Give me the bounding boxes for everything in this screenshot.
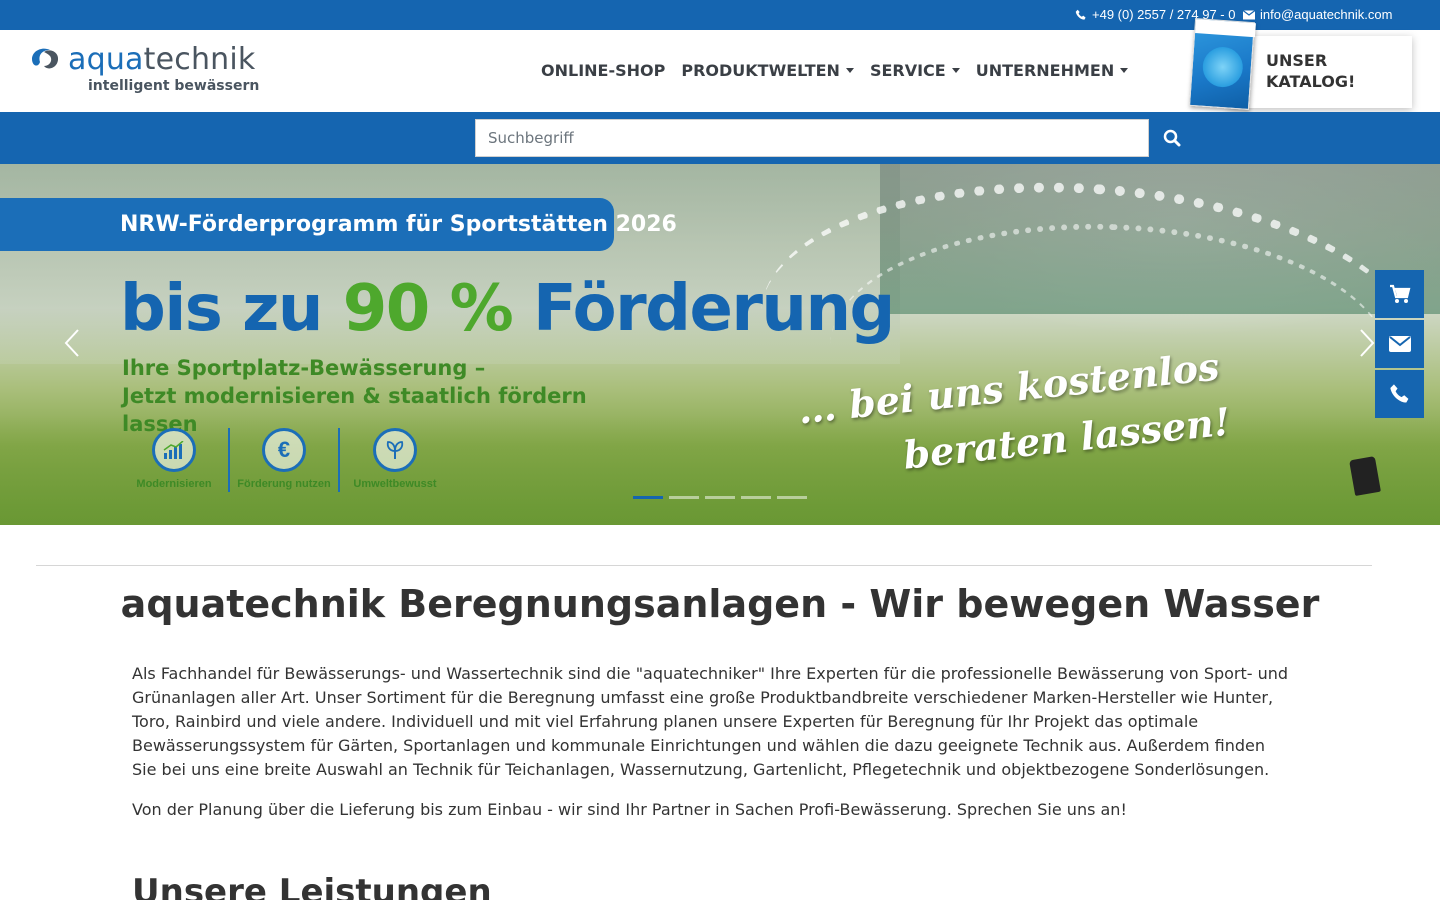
hero-feature-label: Modernisieren (136, 478, 212, 490)
catalog-cover-image[interactable] (1189, 18, 1256, 110)
page-title: aquatechnik Beregnungsanlagen - Wir bewe… (120, 582, 1320, 626)
catalog-teaser[interactable]: UNSER KATALOG! (1228, 36, 1412, 108)
catalog-label: UNSER KATALOG! (1266, 51, 1356, 91)
search-icon (1163, 129, 1181, 147)
carousel-indicator[interactable] (705, 496, 735, 499)
carousel-prev-button[interactable] (62, 328, 82, 358)
hero-feature-label: Förderung nutzen (237, 478, 331, 490)
carousel-indicator[interactable] (669, 496, 699, 499)
floating-action-bar (1375, 270, 1424, 418)
logo-brand-prefix: aqua (68, 42, 144, 77)
catalog-cover-disc (1201, 45, 1245, 89)
nav-item-label: PRODUKTWELTEN (681, 61, 840, 80)
hero-headline-part: Förderung (512, 272, 895, 346)
hero-headline-highlight: 90 % (342, 272, 514, 346)
services-heading: Unsere Leistungen (132, 872, 492, 900)
hero-headline-part: bis zu (120, 272, 343, 346)
caret-down-icon (951, 68, 960, 73)
nav-item-unternehmen[interactable]: UNTERNEHMEN (976, 61, 1129, 80)
search-button[interactable] (1149, 119, 1195, 157)
email-link[interactable]: info@aquatechnik.com (1243, 7, 1392, 22)
euro-icon: € (262, 428, 306, 472)
section-divider (36, 565, 1372, 566)
caret-down-icon (1120, 68, 1129, 73)
envelope-icon (1388, 336, 1411, 352)
email-address: info@aquatechnik.com (1260, 7, 1393, 22)
phone-icon (1075, 9, 1086, 20)
hero-feature: Modernisieren (120, 428, 230, 492)
catalog-cover-strip (1195, 19, 1256, 38)
hero-feature-label: Umweltbewusst (353, 478, 437, 490)
intro-paragraph-cta: Von der Planung über die Lieferung bis z… (132, 800, 1127, 819)
carousel-indicators (633, 496, 807, 499)
nav-item-label: UNTERNEHMEN (975, 61, 1115, 80)
nav-item-produktwelten[interactable]: PRODUKTWELTEN (681, 61, 854, 80)
logo-brand-suffix: technik (143, 42, 256, 77)
carousel-next-button[interactable] (1357, 328, 1377, 358)
hero-subline: Ihre Sportplatz-Bewässerung – Jetzt mode… (122, 354, 642, 438)
hero-feature-list: Modernisieren € Förderung nutzen Umweltb… (120, 428, 450, 492)
nav-item-label: ONLINE-SHOP (541, 61, 666, 80)
chevron-right-icon (1360, 329, 1375, 357)
company-logo[interactable]: aquatechnik intelligent bewässern (28, 42, 268, 100)
intro-paragraph: Als Fachhandel für Bewässerungs- und Was… (132, 664, 1289, 779)
nav-item-label: SERVICE (869, 61, 946, 80)
logo-mark-icon (32, 48, 59, 69)
chevron-left-icon (64, 329, 79, 357)
carousel-indicator[interactable] (741, 496, 771, 499)
chart-icon (152, 428, 196, 472)
cart-icon (1389, 284, 1410, 303)
main-navigation: ONLINE-SHOP PRODUKTWELTEN SERVICE UNTERN… (541, 61, 1129, 80)
hero-feature: € Förderung nutzen (230, 428, 340, 492)
hero-feature: Umweltbewusst (340, 428, 450, 492)
hero-program-tag: NRW-Förderprogramm für Sportstätten 2026 (0, 198, 677, 251)
phone-icon (1389, 384, 1408, 403)
email-button[interactable] (1375, 320, 1424, 368)
nav-item-service[interactable]: SERVICE (870, 61, 960, 80)
carousel-indicator[interactable] (777, 496, 807, 499)
search-bar (0, 112, 1440, 164)
cart-button[interactable] (1375, 270, 1424, 318)
envelope-icon (1243, 9, 1255, 19)
phone-button[interactable] (1375, 370, 1424, 418)
search-input[interactable] (475, 119, 1149, 157)
hero-subline-line: Ihre Sportplatz-Bewässerung – (122, 356, 486, 380)
nav-item-online-shop[interactable]: ONLINE-SHOP (541, 61, 665, 80)
logo-tagline: intelligent bewässern (88, 78, 260, 94)
logo-wordmark: aquatechnik (68, 42, 255, 77)
caret-down-icon (845, 68, 854, 73)
carousel-indicator[interactable] (633, 496, 663, 499)
hero-headline: bis zu 90 % Förderung (120, 272, 895, 346)
hero-carousel: NRW-Förderprogramm für Sportstätten 2026… (0, 164, 1440, 525)
leaf-icon (373, 428, 417, 472)
